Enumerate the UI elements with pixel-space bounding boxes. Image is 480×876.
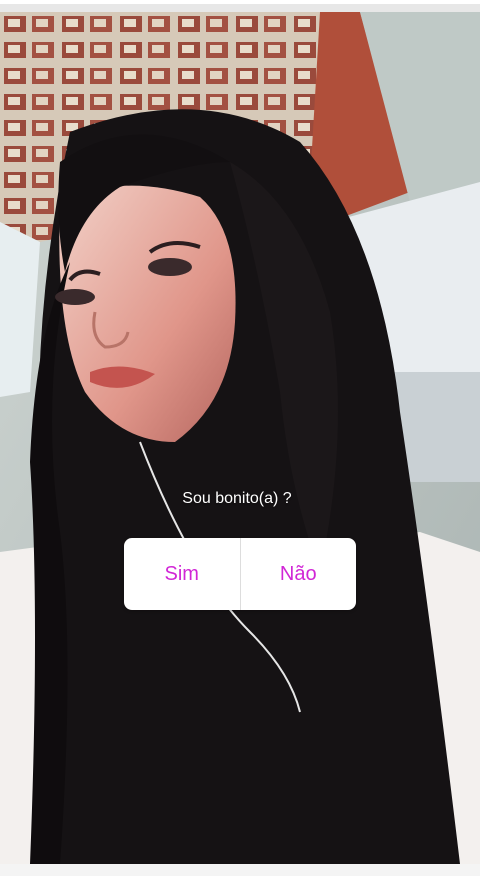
poll-question: Sou bonito(a) ? — [182, 490, 292, 507]
story-photo — [0, 12, 480, 864]
poll-option-nao-button[interactable]: Não — [241, 538, 357, 610]
story-view: Sou bonito(a) ? Sim Não — [0, 0, 480, 876]
status-strip — [0, 0, 480, 12]
poll-option-sim-button[interactable]: Sim — [124, 538, 240, 610]
poll-sticker: Sim Não — [124, 538, 356, 610]
bottom-strip — [0, 864, 480, 876]
